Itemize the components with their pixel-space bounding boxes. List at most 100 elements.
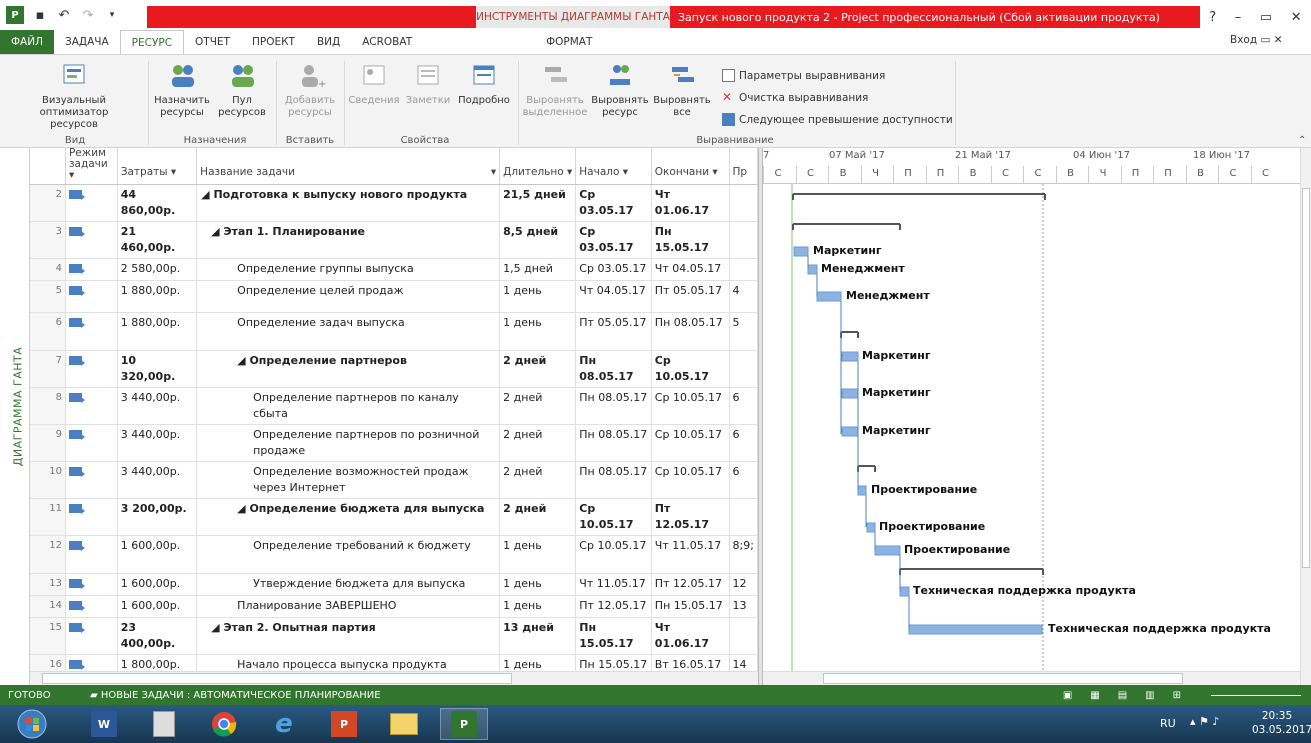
finish-cell[interactable]: Пт 12.05.17: [651, 498, 730, 536]
internet-explorer-icon[interactable]: e: [260, 708, 308, 740]
table-row[interactable]: 16 1 800,00р. Начало процесса выпуска прод…: [30, 654, 758, 671]
start-cell[interactable]: Пт 05.05.17: [575, 312, 652, 351]
next-overallocation-button[interactable]: Следующее превышение доступности: [722, 113, 953, 126]
finish-cell[interactable]: Чт 11.05.17: [651, 535, 730, 574]
row-number[interactable]: 10: [30, 461, 66, 499]
task-name-cell[interactable]: Определение целей продаж: [196, 280, 501, 313]
vertical-scrollbar[interactable]: [1300, 148, 1311, 685]
help-button[interactable]: ?: [1209, 10, 1216, 25]
task-bar[interactable]: [908, 624, 1043, 635]
minimize-button[interactable]: –: [1235, 10, 1242, 25]
cost-cell[interactable]: 1 600,00р.: [117, 573, 198, 596]
word-icon[interactable]: W: [80, 708, 128, 740]
finish-cell[interactable]: Ср 10.05.17: [651, 387, 730, 425]
start-cell[interactable]: Пн 08.05.17: [575, 424, 652, 462]
predecessors-cell[interactable]: [729, 617, 758, 655]
start-cell[interactable]: Пн 08.05.17: [575, 461, 652, 499]
table-row[interactable]: 10 3 440,00р. Определение возможностей про…: [30, 461, 758, 499]
duration-cell[interactable]: 2 дней: [499, 498, 577, 536]
task-mode-cell[interactable]: [65, 280, 118, 313]
task-name-cell[interactable]: Определение задач выпуска: [196, 312, 501, 351]
duration-cell[interactable]: 2 дней: [499, 350, 577, 388]
finish-cell[interactable]: Пн 08.05.17: [651, 312, 730, 351]
language-indicator[interactable]: RU: [1160, 717, 1176, 730]
clock[interactable]: 20:35 03.05.2017: [1252, 709, 1311, 737]
task-mode-cell[interactable]: [65, 498, 118, 536]
tab-format[interactable]: ФОРМАТ: [535, 30, 603, 54]
duration-cell[interactable]: 13 дней: [499, 617, 577, 655]
finish-cell[interactable]: Вт 16.05.17: [651, 654, 730, 671]
notes-button[interactable]: Заметки: [402, 61, 454, 107]
finish-cell[interactable]: Ср 10.05.17: [651, 461, 730, 499]
finish-cell[interactable]: Чт 01.06.17: [651, 617, 730, 655]
table-row[interactable]: 8 3 440,00р. Определение партнеров по кана…: [30, 387, 758, 425]
duration-cell[interactable]: 2 дней: [499, 424, 577, 462]
row-number[interactable]: 14: [30, 595, 66, 618]
powerpoint-icon[interactable]: P: [320, 708, 368, 740]
task-mode-cell[interactable]: [65, 258, 118, 281]
task-name-cell[interactable]: Определение партнеров по каналу сбыта: [196, 387, 501, 425]
summary-bar[interactable]: [792, 193, 1046, 200]
redo-icon[interactable]: ↷: [80, 7, 96, 23]
details-button[interactable]: Подробно: [454, 61, 514, 107]
start-cell[interactable]: Чт 04.05.17: [575, 280, 652, 313]
cost-cell[interactable]: 1 600,00р.: [117, 535, 198, 574]
cost-cell[interactable]: 10 320,00р.: [117, 350, 198, 388]
table-row[interactable]: 7 10 320,00р. ◢ Определение партнеров 2 дне…: [30, 350, 758, 388]
cost-cell[interactable]: 3 440,00р.: [117, 424, 198, 462]
file-explorer-icon[interactable]: [380, 708, 428, 740]
task-bar[interactable]: [899, 586, 910, 597]
cost-cell[interactable]: 1 600,00р.: [117, 595, 198, 618]
level-selection-button[interactable]: Выровнять выделенное: [522, 61, 588, 119]
task-mode-cell[interactable]: [65, 350, 118, 388]
scroll-thumb[interactable]: [823, 673, 1183, 684]
start-cell[interactable]: Ср 03.05.17: [575, 258, 652, 281]
table-row[interactable]: 15 23 400,00р. ◢ Этап 2. Опытная партия 13 …: [30, 617, 758, 655]
task-name-cell[interactable]: ◢ Подготовка к выпуску нового продукта: [196, 184, 501, 222]
task-mode-cell[interactable]: [65, 535, 118, 574]
row-number[interactable]: 12: [30, 535, 66, 574]
start-cell[interactable]: Пн 15.05.17: [575, 654, 652, 671]
row-number[interactable]: 8: [30, 387, 66, 425]
table-row[interactable]: 11 3 200,00р. ◢ Определение бюджета для вы…: [30, 498, 758, 536]
undo-icon[interactable]: ↶: [56, 7, 72, 23]
predecessors-cell[interactable]: 5: [729, 312, 758, 351]
row-number[interactable]: 7: [30, 350, 66, 388]
task-name-cell[interactable]: ◢ Этап 2. Опытная партия: [196, 617, 501, 655]
scroll-thumb[interactable]: [42, 673, 512, 684]
restore-button[interactable]: ▭: [1260, 10, 1272, 25]
assign-resources-button[interactable]: Назначить ресурсы: [152, 61, 212, 119]
task-name-cell[interactable]: Определение группы выпуска: [196, 258, 501, 281]
summary-bar[interactable]: [840, 331, 859, 338]
table-row[interactable]: 12 1 600,00р. Определение требований к бюд…: [30, 535, 758, 574]
predecessors-cell[interactable]: [729, 498, 758, 536]
table-row[interactable]: 5 1 880,00р. Определение целей продаж 1 ден…: [30, 280, 758, 313]
duration-cell[interactable]: 1 день: [499, 280, 577, 313]
project-app-icon[interactable]: P: [6, 6, 24, 24]
duration-cell[interactable]: 1 день: [499, 312, 577, 351]
collapse-ribbon-icon[interactable]: ⌃: [1298, 135, 1306, 146]
task-mode-cell[interactable]: [65, 184, 118, 222]
col-predecessors[interactable]: Пр: [729, 148, 758, 185]
duration-cell[interactable]: 1 день: [499, 654, 577, 671]
task-bar[interactable]: [841, 426, 859, 437]
information-button[interactable]: Сведения: [346, 61, 402, 107]
start-button-icon[interactable]: [8, 708, 56, 740]
table-row[interactable]: 2 44 860,00р. ◢ Подготовка к выпуску новог…: [30, 184, 758, 222]
col-cost[interactable]: Затраты ▾: [117, 148, 198, 185]
calculator-icon[interactable]: [140, 708, 188, 740]
row-number[interactable]: 9: [30, 424, 66, 462]
summary-bar[interactable]: [857, 465, 876, 472]
row-number[interactable]: 5: [30, 280, 66, 313]
task-mode-cell[interactable]: [65, 461, 118, 499]
finish-cell[interactable]: Чт 01.06.17: [651, 184, 730, 222]
task-mode-cell[interactable]: [65, 573, 118, 596]
add-resources-button[interactable]: + Добавить ресурсы: [280, 61, 340, 119]
task-bar[interactable]: [816, 291, 842, 302]
task-name-cell[interactable]: Утверждение бюджета для выпуска: [196, 573, 501, 596]
table-row[interactable]: 9 3 440,00р. Определение партнеров по розн…: [30, 424, 758, 462]
predecessors-cell[interactable]: [729, 184, 758, 222]
gantt-horizontal-scrollbar[interactable]: [763, 671, 1300, 685]
tab-acrobat[interactable]: ACROBAT: [351, 30, 423, 54]
task-mode-cell[interactable]: [65, 595, 118, 618]
